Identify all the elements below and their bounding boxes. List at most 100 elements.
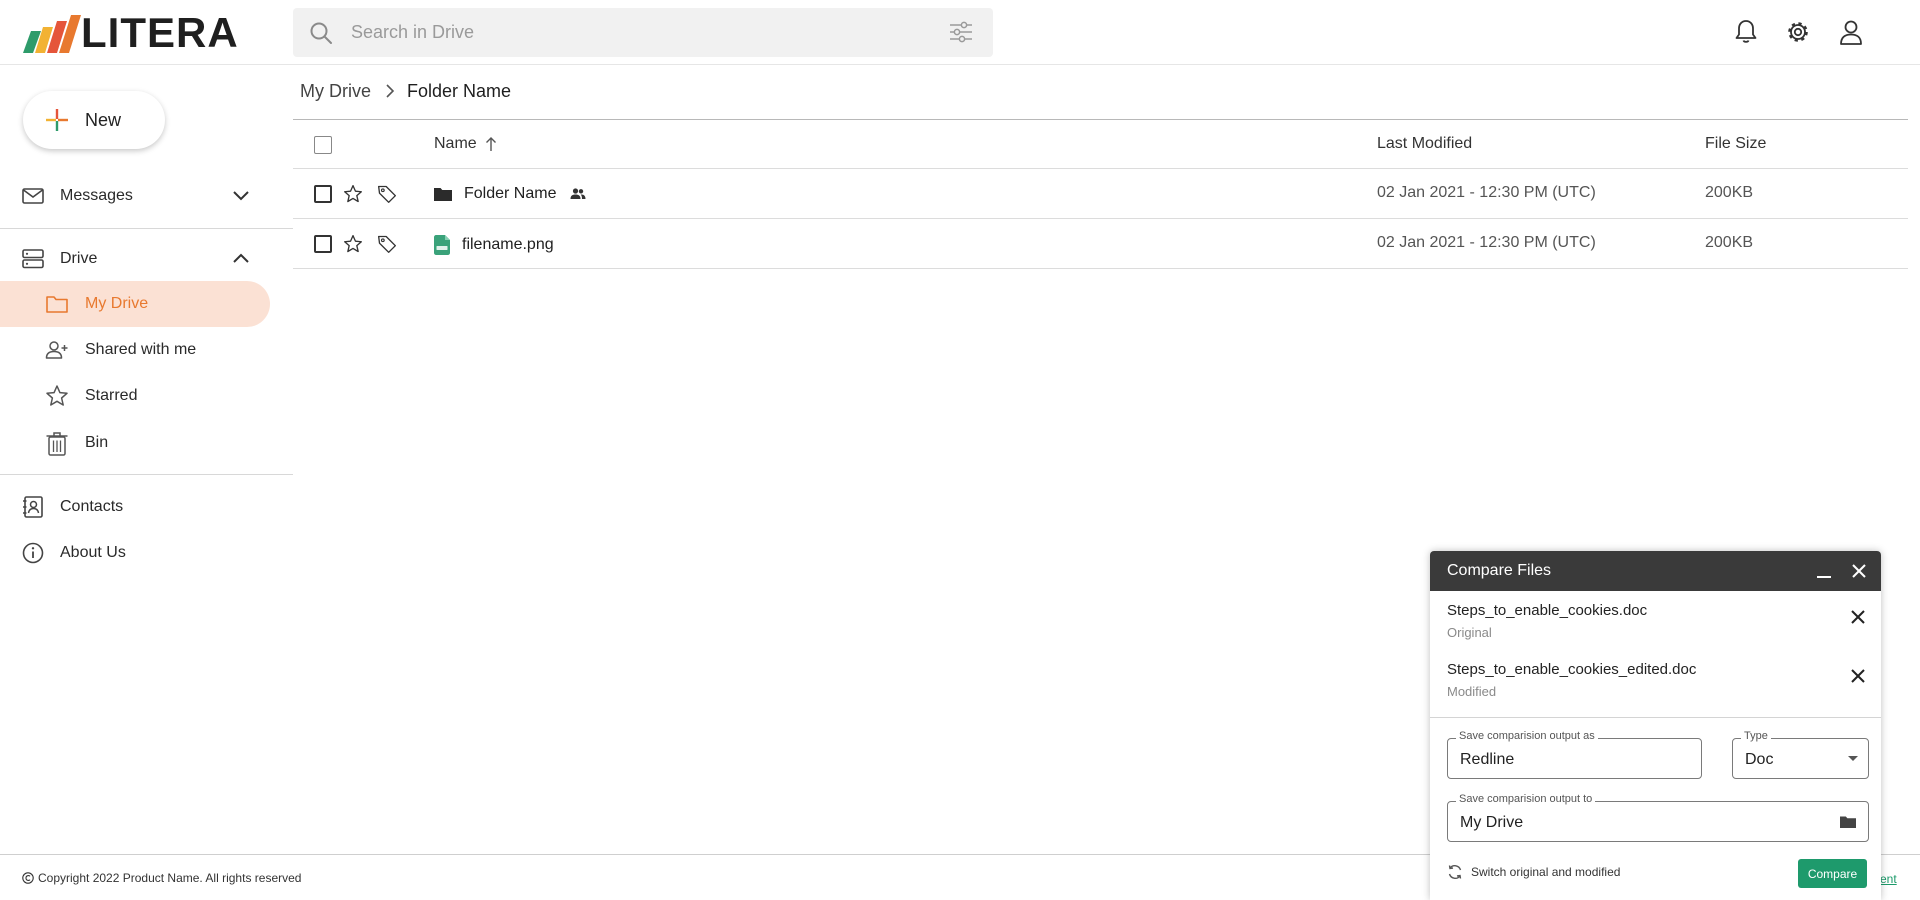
star-icon bbox=[46, 385, 68, 406]
file-name-cell: filename.png bbox=[434, 235, 554, 255]
compare-file-role: Modified bbox=[1447, 684, 1497, 699]
chevron-down-icon[interactable] bbox=[231, 187, 251, 205]
field-value: My Drive bbox=[1460, 814, 1524, 831]
select-all-checkbox[interactable] bbox=[314, 136, 332, 154]
compare-panel-header: Compare Files bbox=[1430, 551, 1881, 591]
sidebar-divider bbox=[0, 228, 293, 229]
type-select[interactable]: Type Doc bbox=[1732, 730, 1869, 779]
compare-file-name: Steps_to_enable_cookies_edited.doc bbox=[1447, 661, 1697, 678]
footer-link[interactable]: ent bbox=[1880, 872, 1897, 886]
swap-icon bbox=[1448, 864, 1462, 880]
close-icon[interactable] bbox=[1851, 563, 1867, 579]
name-column-header[interactable]: Name bbox=[434, 135, 497, 153]
new-button[interactable]: New bbox=[23, 91, 165, 149]
panel-divider bbox=[1430, 717, 1881, 718]
table-header: Name Last Modified File Size bbox=[293, 119, 1908, 169]
contacts-icon bbox=[23, 496, 43, 518]
tag-icon[interactable] bbox=[377, 184, 397, 204]
sidebar-item-label: Bin bbox=[85, 434, 109, 451]
sidebar-item-label: Starred bbox=[85, 387, 138, 404]
sidebar-item-drive[interactable]: Drive bbox=[0, 236, 292, 282]
copyright-text: Copyright 2022 Product Name. All rights … bbox=[38, 871, 302, 885]
dropdown-caret-icon bbox=[1848, 756, 1858, 761]
gear-icon bbox=[1788, 22, 1808, 42]
breadcrumb-current: Folder Name bbox=[407, 80, 512, 101]
sidebar-item-my-drive[interactable]: My Drive bbox=[0, 281, 270, 327]
add-user-icon bbox=[45, 341, 68, 359]
compare-file-modified: Steps_to_enable_cookies_edited.doc Modif… bbox=[1430, 650, 1881, 708]
field-label: Save comparision output to bbox=[1456, 793, 1596, 805]
search-input[interactable] bbox=[351, 8, 911, 57]
compare-file-name: Steps_to_enable_cookies.doc bbox=[1447, 602, 1648, 619]
sidebar-item-about-us[interactable]: About Us bbox=[0, 530, 292, 576]
compare-file-role: Original bbox=[1447, 625, 1492, 640]
switch-files-button[interactable]: Switch original and modified bbox=[1447, 864, 1620, 880]
file-name-cell: Folder Name bbox=[434, 185, 586, 203]
litera-logo[interactable]: LITERA bbox=[23, 9, 239, 56]
search-bar[interactable] bbox=[293, 8, 993, 57]
plus-icon bbox=[46, 109, 68, 131]
account-button[interactable] bbox=[1836, 17, 1866, 47]
last-modified-cell: 02 Jan 2021 - 12:30 PM (UTC) bbox=[1377, 234, 1596, 251]
sort-ascending-icon[interactable] bbox=[485, 136, 497, 152]
copyright-icon bbox=[22, 872, 34, 884]
brand-name: LITERA bbox=[81, 9, 239, 56]
sidebar-divider bbox=[0, 474, 293, 475]
last-modified-cell: 02 Jan 2021 - 12:30 PM (UTC) bbox=[1377, 184, 1596, 201]
sidebar-item-shared-with-me[interactable]: Shared with me bbox=[0, 327, 270, 373]
sidebar-item-label: Shared with me bbox=[85, 341, 197, 358]
notifications-button[interactable] bbox=[1731, 17, 1761, 47]
compare-button[interactable]: Compare bbox=[1798, 859, 1867, 888]
chevron-right-icon bbox=[386, 84, 395, 98]
row-checkbox[interactable] bbox=[314, 235, 332, 253]
file-size-column-header[interactable]: File Size bbox=[1705, 135, 1766, 153]
minimize-icon[interactable] bbox=[1816, 564, 1832, 580]
chevron-up-icon[interactable] bbox=[231, 250, 251, 268]
last-modified-column-header[interactable]: Last Modified bbox=[1377, 135, 1472, 153]
row-checkbox[interactable] bbox=[314, 185, 332, 203]
breadcrumb-root[interactable]: My Drive bbox=[300, 81, 371, 102]
user-icon bbox=[1840, 20, 1862, 45]
settings-button[interactable] bbox=[1783, 17, 1813, 47]
output-format-field[interactable]: Save comparision output as Redline bbox=[1447, 730, 1702, 779]
bell-icon bbox=[1735, 20, 1757, 43]
sidebar-item-label: My Drive bbox=[85, 295, 149, 312]
sidebar-item-label: Contacts bbox=[60, 498, 124, 515]
field-label: Type bbox=[1741, 730, 1771, 742]
info-icon bbox=[22, 542, 44, 564]
table-row[interactable]: Folder Name 02 Jan 2021 - 12:30 PM (UTC)… bbox=[293, 169, 1908, 219]
shared-users-icon bbox=[570, 188, 586, 199]
tag-icon[interactable] bbox=[377, 234, 397, 254]
sidebar-item-bin[interactable]: Bin bbox=[0, 420, 270, 466]
mail-icon bbox=[22, 188, 44, 204]
file-size-cell: 200KB bbox=[1705, 184, 1754, 201]
sidebar-item-contacts[interactable]: Contacts bbox=[0, 484, 292, 530]
sidebar-item-label: About Us bbox=[60, 544, 126, 561]
star-icon[interactable] bbox=[343, 184, 363, 204]
output-location-field[interactable]: Save comparision output to My Drive bbox=[1447, 793, 1869, 842]
table-row[interactable]: filename.png 02 Jan 2021 - 12:30 PM (UTC… bbox=[293, 219, 1908, 269]
column-header-label: Name bbox=[434, 135, 477, 152]
file-name[interactable]: filename.png bbox=[462, 236, 554, 254]
sidebar-item-starred[interactable]: Starred bbox=[0, 373, 270, 419]
breadcrumb: My Drive Folder Name bbox=[300, 80, 511, 102]
remove-file-icon[interactable] bbox=[1850, 609, 1866, 625]
field-label: Save comparision output as bbox=[1456, 730, 1598, 742]
remove-file-icon[interactable] bbox=[1850, 668, 1866, 684]
file-table: Name Last Modified File Size Folder Name bbox=[293, 119, 1908, 269]
filter-icon[interactable] bbox=[949, 21, 973, 43]
file-name[interactable]: Folder Name bbox=[464, 185, 556, 203]
sidebar-item-label: Drive bbox=[60, 250, 98, 267]
compare-files-panel: Compare Files Steps_to_enable_cookies.do… bbox=[1430, 551, 1881, 900]
trash-icon bbox=[46, 432, 68, 456]
star-icon[interactable] bbox=[343, 234, 363, 254]
folder-icon[interactable] bbox=[1840, 815, 1856, 829]
png-file-icon bbox=[434, 235, 450, 255]
drive-icon bbox=[22, 249, 44, 269]
sidebar-item-messages[interactable]: Messages bbox=[0, 173, 292, 219]
switch-files-label: Switch original and modified bbox=[1471, 865, 1621, 879]
top-bar: LITERA bbox=[0, 0, 1920, 65]
new-button-label: New bbox=[85, 109, 122, 130]
logo-mark-icon bbox=[23, 15, 81, 53]
file-size-cell: 200KB bbox=[1705, 234, 1754, 251]
